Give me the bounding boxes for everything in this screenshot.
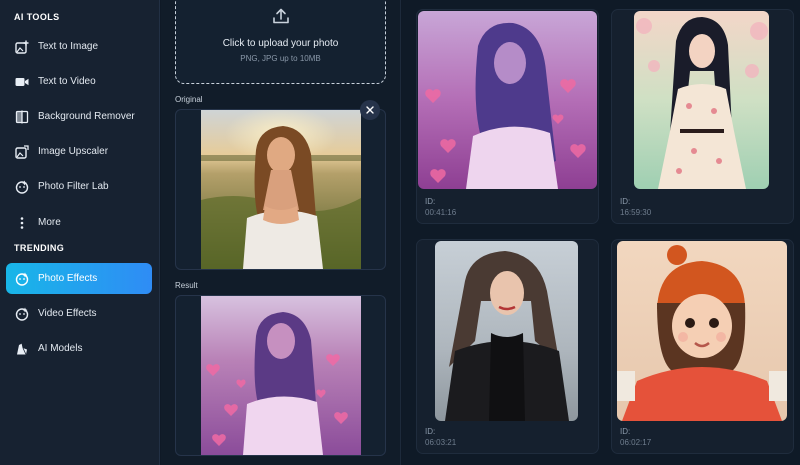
sidebar-item-ai-models[interactable]: AI Models: [6, 333, 152, 364]
sidebar: AI TOOLS Text to Image Text to Video Bac…: [0, 0, 160, 465]
sidebar-item-text-to-video[interactable]: Text to Video: [6, 66, 152, 97]
upload-dropzone[interactable]: Click to upload your photo PNG, JPG up t…: [175, 0, 386, 84]
sidebar-item-label: Background Remover: [38, 111, 135, 122]
sidebar-item-text-to-image[interactable]: Text to Image: [6, 31, 152, 62]
gallery: ID: 00:41:16 ID: 16:59:30 ID: 06:03:21 I…: [402, 0, 800, 465]
sidebar-item-label: Video Effects: [38, 308, 97, 319]
sidebar-item-image-upscaler[interactable]: Image Upscaler: [6, 136, 152, 167]
sidebar-item-photo-filter-lab[interactable]: Photo Filter Lab: [6, 171, 152, 202]
result-label: Result: [175, 281, 198, 290]
photo-effects-icon: [15, 272, 29, 286]
sidebar-item-label: Photo Effects: [38, 273, 98, 284]
image-upscale-icon: [15, 144, 29, 159]
gallery-image-black-coat: [435, 241, 578, 421]
image-id-value: 16:59:30: [620, 208, 652, 217]
original-photo: [201, 110, 361, 269]
gallery-card[interactable]: ID: 06:02:17: [611, 239, 794, 454]
image-id-label: ID:: [425, 427, 436, 436]
sidebar-item-label: Photo Filter Lab: [38, 181, 109, 192]
image-plus-icon: [15, 40, 29, 54]
sidebar-item-label: More: [38, 217, 61, 228]
gallery-image-anime-dress: [634, 11, 769, 189]
split-frame-icon: [15, 110, 29, 124]
app-root: AI TOOLS Text to Image Text to Video Bac…: [0, 0, 800, 465]
gallery-card[interactable]: ID: 00:41:16: [416, 9, 599, 224]
sidebar-item-label: Image Upscaler: [38, 146, 109, 157]
sidebar-item-more[interactable]: More: [6, 207, 152, 238]
filter-face-icon: [15, 180, 29, 194]
sidebar-item-label: Text to Video: [38, 76, 96, 87]
section-title-trending: TRENDING: [14, 243, 65, 253]
upload-subtitle: PNG, JPG up to 10MB: [240, 54, 321, 63]
upload-icon: [272, 7, 290, 30]
gallery-image-3d-girl: [617, 241, 787, 421]
upload-title: Click to upload your photo: [222, 38, 339, 49]
video-effects-icon: [15, 307, 29, 321]
ai-models-icon: [15, 342, 29, 356]
original-preview: [175, 109, 386, 270]
gallery-card[interactable]: ID: 16:59:30: [611, 9, 794, 224]
section-title-ai-tools: AI TOOLS: [14, 12, 60, 22]
image-id-label: ID:: [425, 197, 436, 206]
gallery-image-purple-hearts: [418, 11, 597, 189]
original-label: Original: [175, 95, 203, 104]
image-id-value: 06:02:17: [620, 438, 652, 447]
editor-panel: Click to upload your photo PNG, JPG up t…: [161, 0, 401, 465]
remove-photo-button[interactable]: [360, 100, 380, 120]
image-id-label: ID:: [620, 197, 631, 206]
sidebar-item-video-effects[interactable]: Video Effects: [6, 298, 152, 329]
image-id-value: 00:41:16: [425, 208, 457, 217]
more-vertical-icon: [15, 216, 29, 230]
sidebar-item-photo-effects[interactable]: Photo Effects: [6, 263, 152, 294]
result-preview: [175, 295, 386, 456]
sidebar-item-label: AI Models: [38, 343, 83, 354]
sidebar-item-background-remover[interactable]: Background Remover: [6, 101, 152, 132]
gallery-card[interactable]: ID: 06:03:21: [416, 239, 599, 454]
image-id-value: 06:03:21: [425, 438, 457, 447]
sidebar-item-label: Text to Image: [38, 41, 99, 52]
video-camera-icon: [15, 75, 29, 89]
close-icon: [366, 101, 374, 119]
result-photo: [201, 296, 361, 455]
image-id-label: ID:: [620, 427, 631, 436]
